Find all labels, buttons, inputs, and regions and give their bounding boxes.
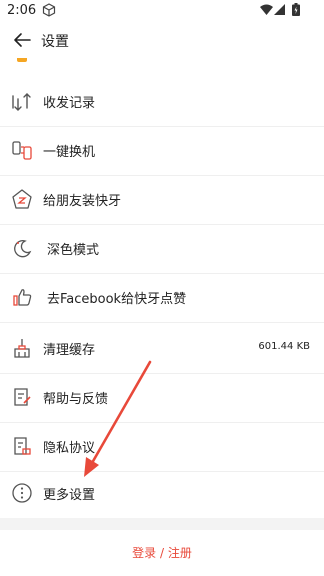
- list-item-help-feedback[interactable]: 帮助与反馈: [0, 374, 324, 423]
- list-item-label: 隐私协议: [43, 441, 96, 456]
- list-item-label: 深色模式: [47, 243, 100, 258]
- more-dots-icon: [12, 483, 32, 503]
- list-item-label: 更多设置: [43, 488, 96, 503]
- list-item-label: 一键换机: [43, 145, 96, 160]
- feedback-icon: [14, 388, 31, 406]
- status-time: 2:06: [7, 3, 37, 18]
- list-item-transfer-history[interactable]: 收发记录: [0, 78, 324, 127]
- list-item-share-app[interactable]: 给朋友装快牙: [0, 176, 324, 225]
- phone-switch-icon: [12, 141, 32, 160]
- cube-icon: [42, 3, 56, 17]
- status-bar: 2:06: [0, 0, 324, 22]
- login-register-button[interactable]: 登录 / 注册: [0, 530, 324, 576]
- partial-list-item: [0, 58, 324, 78]
- thumbs-up-icon: [13, 289, 32, 306]
- list-item-facebook-like[interactable]: 去Facebook给快牙点赞: [0, 274, 324, 323]
- transfer-arrows-icon: [12, 93, 31, 111]
- list-item-phone-clone[interactable]: 一键换机: [0, 127, 324, 176]
- signal-icon: [274, 4, 285, 15]
- list-item-label: 给朋友装快牙: [43, 194, 122, 209]
- share-app-icon: [12, 189, 32, 209]
- cache-size-value: 601.44 KB: [258, 341, 310, 352]
- list-item-label: 去Facebook给快牙点赞: [47, 292, 187, 307]
- broom-icon: [14, 339, 30, 358]
- list-item-label: 帮助与反馈: [43, 392, 109, 407]
- list-item-label: 清理缓存: [43, 343, 96, 358]
- list-item-more-settings[interactable]: 更多设置: [0, 470, 324, 518]
- list-item-dark-mode[interactable]: 深色模式: [0, 225, 324, 274]
- app-header: 设置: [0, 22, 324, 58]
- page-title: 设置: [41, 34, 69, 50]
- section-divider: [0, 518, 324, 530]
- back-arrow-icon[interactable]: [12, 30, 32, 50]
- list-item-label: 收发记录: [43, 96, 96, 111]
- list-item-privacy-policy[interactable]: 隐私协议: [0, 423, 324, 472]
- partial-item-icon: [17, 58, 27, 62]
- battery-icon: [292, 3, 300, 16]
- list-item-clear-cache[interactable]: 清理缓存 601.44 KB: [0, 325, 324, 374]
- privacy-document-icon: [14, 437, 31, 455]
- wifi-icon: [260, 4, 273, 15]
- moon-icon: [14, 240, 32, 258]
